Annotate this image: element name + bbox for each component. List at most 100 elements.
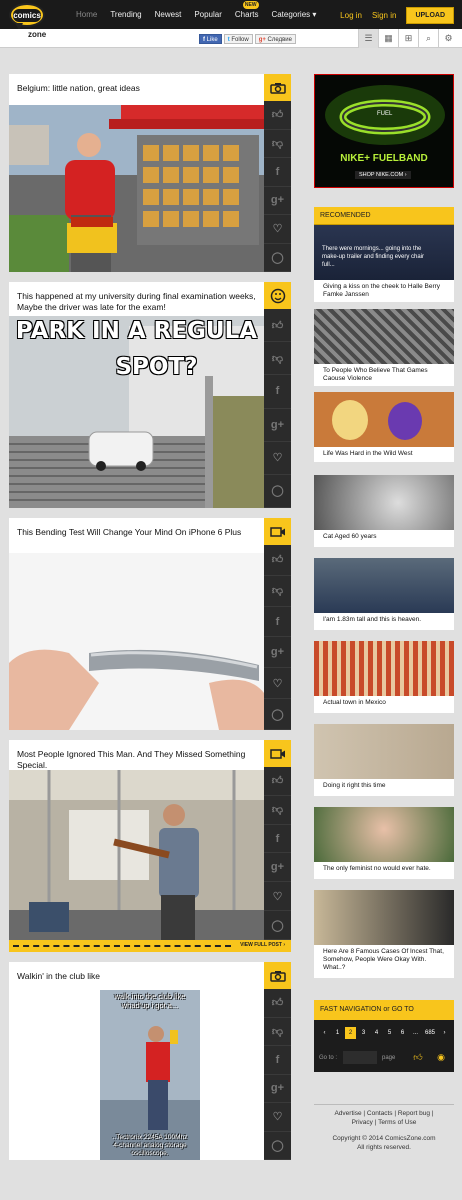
nav-charts[interactable]: NEW Charts [234, 1, 259, 19]
page-link[interactable]: 3 [358, 1027, 369, 1039]
recommended-item[interactable]: The only feminist no would ever hate. [314, 807, 454, 879]
tile-view-icon[interactable]: ⊞ [398, 29, 418, 48]
gplus-share-icon[interactable]: g+ [264, 187, 291, 215]
twitter-follow-button[interactable]: t Follow [223, 34, 253, 44]
share-sidebar: 👍︎ 👎︎ f g+ ♡ ◯ [264, 989, 291, 1160]
page-link[interactable]: 685 [423, 1027, 437, 1039]
upload-button[interactable]: UPLOAD [406, 7, 454, 24]
footer-link-advertise[interactable]: Advertise [334, 1110, 361, 1117]
thumbs-up-icon[interactable]: 👍︎ [264, 101, 291, 130]
recommended-caption: Cat Aged 60 years [323, 533, 377, 540]
post-image[interactable] [9, 105, 264, 272]
login-link[interactable]: Log in [340, 11, 362, 20]
recommended-caption: Life Was Hard in the Wild West [323, 450, 413, 457]
page-link[interactable]: 5 [384, 1027, 395, 1039]
recommended-item[interactable]: Doing it right this time [314, 724, 454, 796]
post-title[interactable]: Belgium: little nation, great ideas [17, 83, 261, 94]
comment-icon[interactable]: ◯ [264, 911, 291, 940]
thumbs-down-icon[interactable]: 👎︎ [264, 342, 291, 376]
share-sidebar: 👍︎ 👎︎ f g+ ♡ ◯ [264, 545, 291, 730]
heart-icon[interactable]: ♡ [264, 668, 291, 700]
thumbs-down-icon[interactable]: 👎︎ [264, 796, 291, 825]
facebook-share-icon[interactable]: f [264, 158, 291, 187]
heart-icon[interactable]: ♡ [264, 1103, 291, 1132]
facebook-share-icon[interactable]: f [264, 607, 291, 638]
signup-link[interactable]: Sign in [372, 11, 396, 20]
fb-like-label: Like [206, 37, 218, 43]
comment-icon[interactable]: ◯ [264, 699, 291, 730]
comment-icon[interactable]: ◯ [264, 1132, 291, 1160]
eye-icon[interactable]: ◉ [433, 1052, 449, 1065]
post-title[interactable]: This happened at my university during fi… [17, 291, 261, 313]
meme-face-icon [264, 282, 291, 309]
prev-page-icon[interactable]: ‹ [319, 1027, 330, 1039]
comment-icon[interactable]: ◯ [264, 475, 291, 509]
gplus-button[interactable]: g+ Следвие [254, 34, 296, 44]
nav-categories[interactable]: Categories ▾ [271, 10, 316, 19]
list-view-icon[interactable]: ☰ [358, 29, 378, 48]
thumbs-up-icon[interactable]: 👍︎ [264, 989, 291, 1018]
ad-cta: SHOP NIKE.COM › [355, 171, 411, 179]
recommended-item[interactable]: Life Was Hard in the Wild West [314, 392, 454, 462]
facebook-share-icon[interactable]: f [264, 375, 291, 409]
thumbs-up-icon[interactable]: 👍︎ [264, 767, 291, 796]
post-image[interactable]: walk into the club like whad'up i got a.… [100, 990, 200, 1160]
page-link[interactable]: 1 [332, 1027, 343, 1039]
nav-popular[interactable]: Popular [194, 10, 222, 19]
page-link[interactable]: 6 [397, 1027, 408, 1039]
post-title[interactable]: This Bending Test Will Change Your Mind … [17, 527, 261, 538]
heart-icon[interactable]: ♡ [264, 215, 291, 244]
post-image[interactable]: PARK IN A REGULA SPOT? [9, 316, 264, 508]
next-page-icon[interactable]: › [439, 1027, 450, 1039]
recommended-item[interactable]: I'am 1.83m tall and this is heaven. [314, 558, 454, 630]
nav-charts-label: Charts [234, 10, 259, 19]
recommended-item[interactable]: There were mornings... going into the ma… [314, 225, 454, 302]
facebook-share-icon[interactable]: f [264, 825, 291, 854]
post-title[interactable]: Walkin' in the club like [17, 971, 261, 982]
heart-icon[interactable]: ♡ [264, 882, 291, 912]
tw-follow-label: Follow [231, 37, 249, 43]
facebook-share-icon[interactable]: f [264, 1046, 291, 1075]
gplus-share-icon[interactable]: g+ [264, 853, 291, 883]
thumbs-up-icon[interactable]: 👍︎ [410, 1052, 426, 1065]
recommended-item[interactable]: Cat Aged 60 years [314, 475, 454, 547]
heart-icon[interactable]: ♡ [264, 442, 291, 475]
goto-page-input[interactable] [343, 1051, 377, 1064]
recommended-caption: To People Who Believe That Games Caouse … [323, 367, 428, 382]
recommended-item[interactable]: Here Are 8 Famous Cases Of Incest That, … [314, 890, 454, 978]
footer-link-report-bug[interactable]: Report bug [398, 1110, 430, 1117]
facebook-like-button[interactable]: f Like [199, 34, 222, 44]
gplus-label: Следвие [267, 37, 292, 43]
nav-trending[interactable]: Trending [110, 10, 141, 19]
gplus-share-icon[interactable]: g+ [264, 409, 291, 442]
current-page[interactable]: 2 [345, 1027, 356, 1039]
thumbs-up-icon[interactable]: 👍︎ [264, 309, 291, 343]
recommended-item[interactable]: Actual town in Mexico [314, 641, 454, 713]
thumbs-down-icon[interactable]: 👎︎ [264, 1018, 291, 1046]
post-title[interactable]: Most People Ignored This Man. And They M… [17, 749, 261, 771]
meme-caption-top: walk into the club like whad'up i got a.… [114, 992, 186, 1010]
comment-icon[interactable]: ◯ [264, 244, 291, 272]
gplus-share-icon[interactable]: g+ [264, 637, 291, 669]
recommended-item[interactable]: To People Who Believe That Games Caouse … [314, 309, 454, 386]
settings-icon[interactable]: ⚙ [438, 29, 458, 48]
post-video-thumbnail[interactable] [9, 553, 264, 730]
view-full-post-bar[interactable]: VIEW FULL POST › [9, 940, 291, 952]
page-link[interactable]: 4 [371, 1027, 382, 1039]
post-card: Most People Ignored This Man. And They M… [9, 740, 291, 952]
new-badge: NEW [242, 1, 259, 9]
thumbs-down-icon[interactable]: 👎︎ [264, 576, 291, 607]
footer-link-privacy[interactable]: Privacy [352, 1119, 373, 1126]
nav-newest[interactable]: Newest [155, 10, 182, 19]
thumbs-down-icon[interactable]: 👎︎ [264, 130, 291, 158]
footer-link-terms[interactable]: Terms of Use [378, 1119, 416, 1126]
gplus-share-icon[interactable]: g+ [264, 1075, 291, 1103]
thumbs-up-icon[interactable]: 👍︎ [264, 545, 291, 576]
footer-link-contacts[interactable]: Contacts [367, 1110, 393, 1117]
advertisement-banner[interactable]: FUEL NIKE+ FUELBAND SHOP NIKE.COM › [314, 74, 454, 188]
nav-home[interactable]: Home [72, 10, 101, 32]
post-video-thumbnail[interactable] [9, 770, 264, 940]
grid-view-icon[interactable]: ▦ [378, 29, 398, 48]
search-icon[interactable]: ⌕ [418, 29, 438, 48]
recommended-thumbnail [314, 558, 454, 613]
